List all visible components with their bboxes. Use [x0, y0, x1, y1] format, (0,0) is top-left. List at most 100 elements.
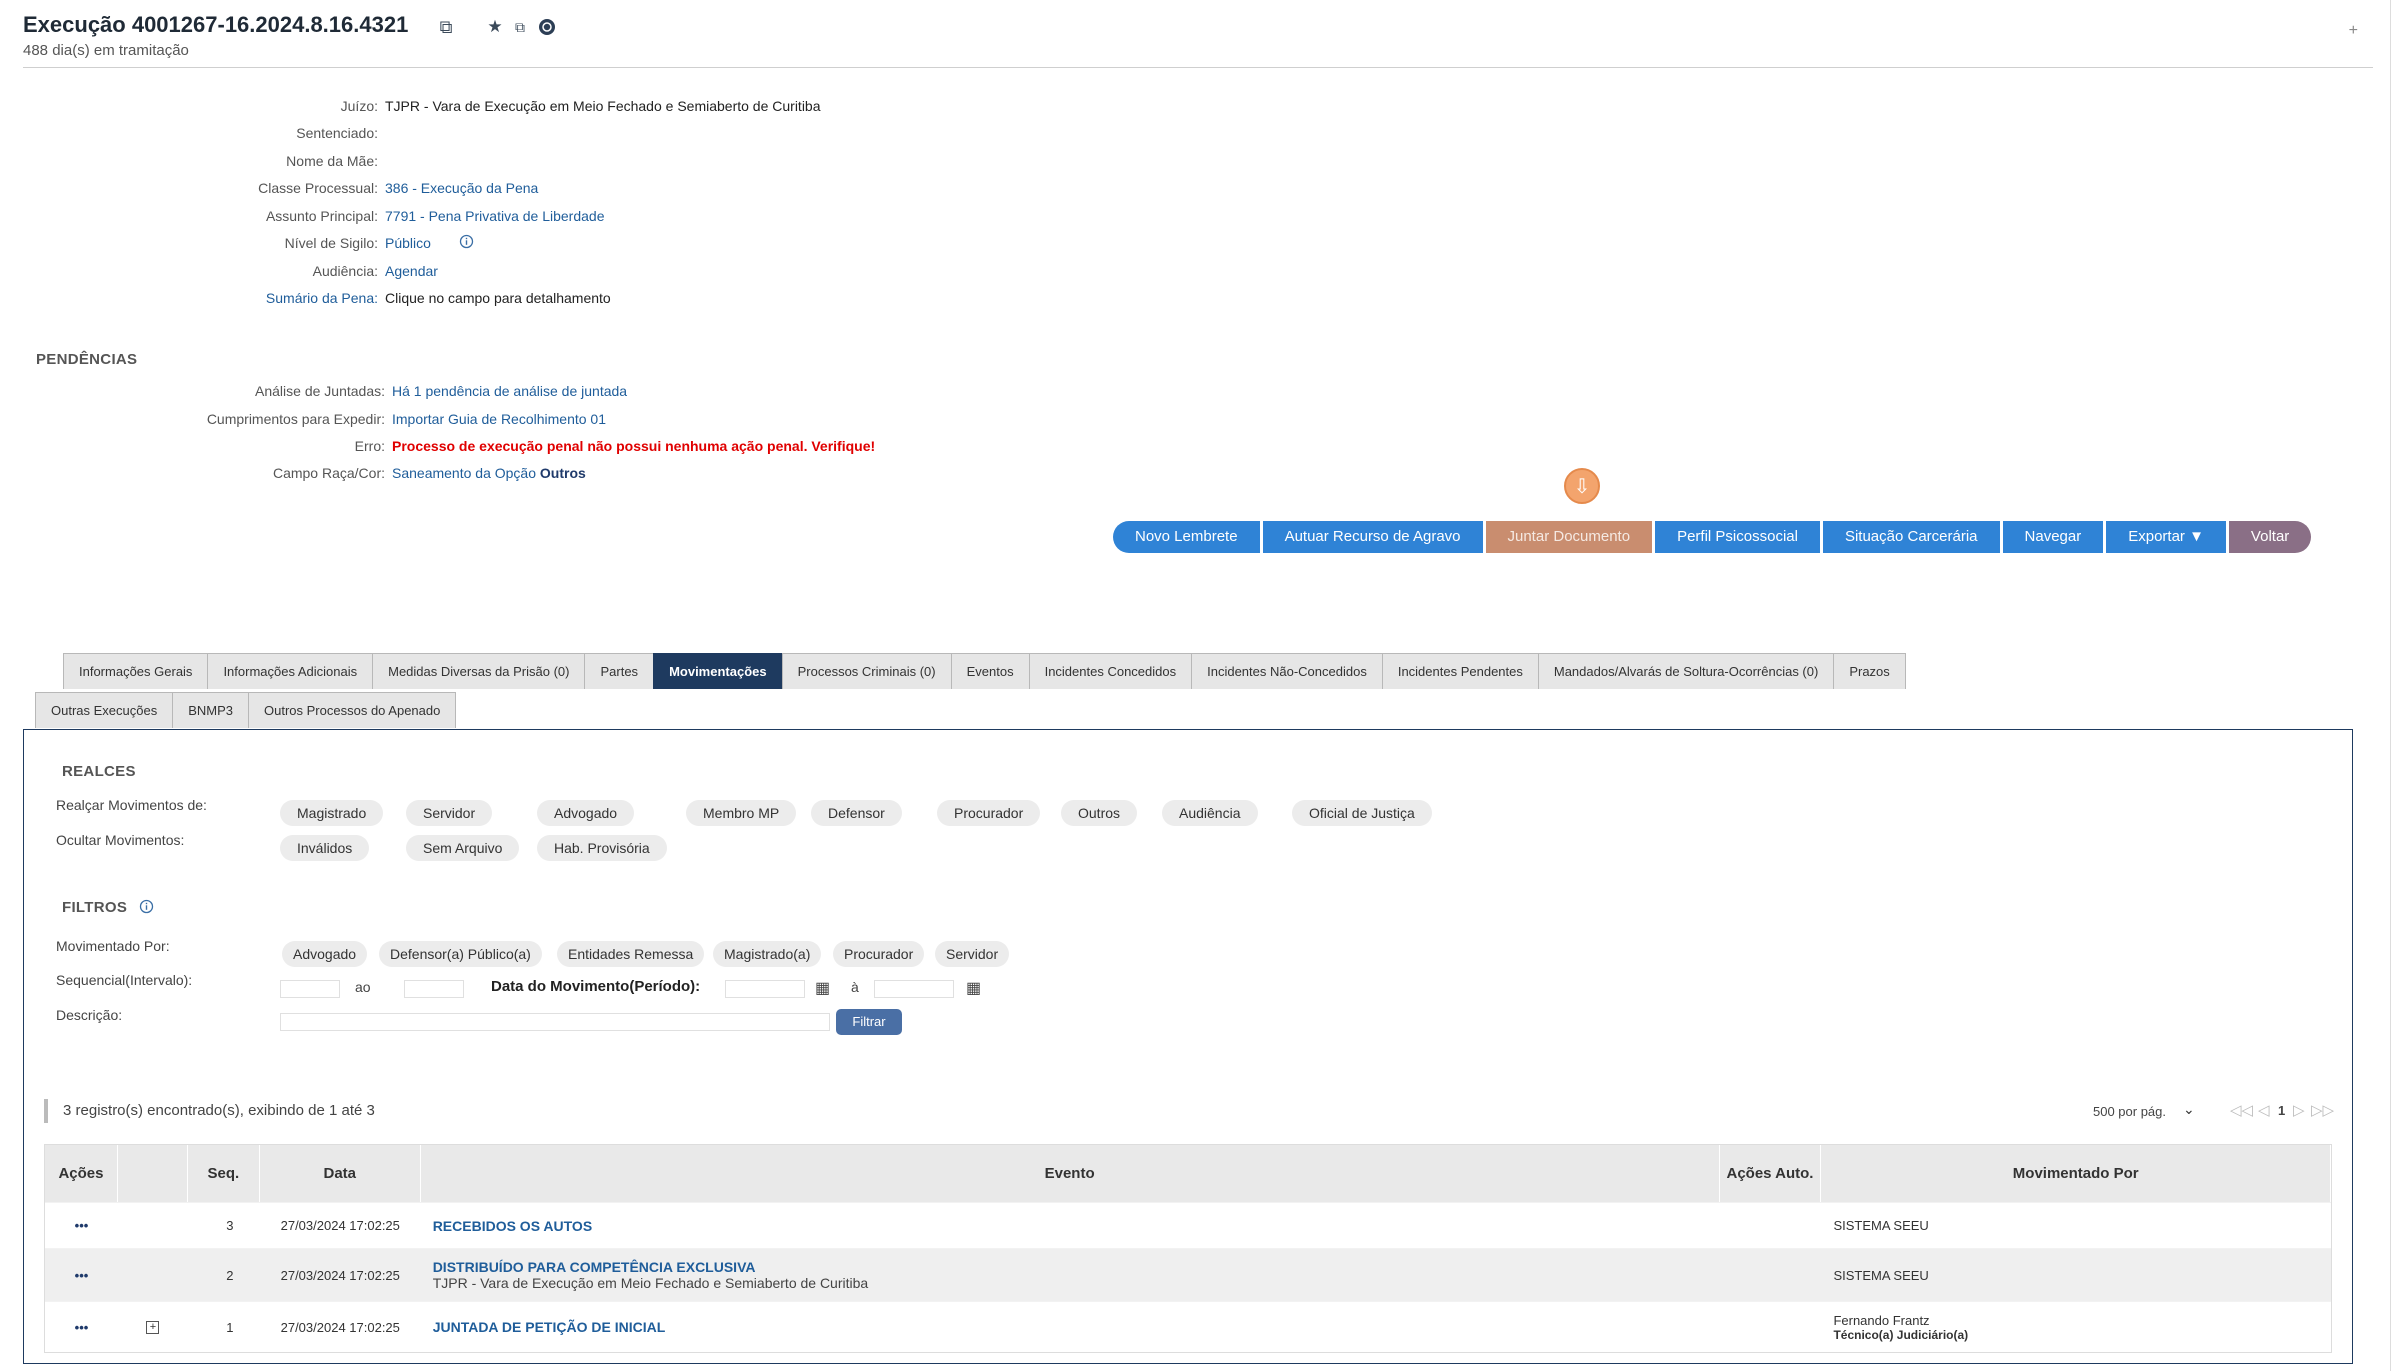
info-label: Sumário da Pena: — [265, 290, 378, 306]
pendencia-value[interactable]: Importar Guia de Recolhimento 01 — [392, 411, 606, 427]
voltar-button[interactable]: Voltar — [2228, 521, 2312, 553]
info-value[interactable]: 7791 - Pena Privativa de Liberdade — [385, 208, 604, 224]
pendencia-value[interactable]: Há 1 pendência de análise de juntada — [392, 383, 627, 399]
evento-link[interactable]: RECEBIDOS OS AUTOS — [433, 1218, 592, 1234]
per-page-select[interactable]: 500 por pág. — [2093, 1104, 2166, 1119]
tab-movimentacoes[interactable]: Movimentações — [653, 653, 783, 689]
tab-eventos[interactable]: Eventos — [950, 653, 1030, 689]
pendencia-text: Processo de execução penal não possui ne… — [392, 438, 876, 454]
info-badge-icon[interactable] — [536, 16, 558, 38]
tab-prazos[interactable]: Prazos — [1833, 653, 1906, 689]
novo-lembrete-button[interactable]: Novo Lembrete — [1113, 521, 1260, 553]
row-expand-cell — [118, 1249, 188, 1301]
date-a-label: à — [851, 979, 859, 995]
filter-chip[interactable]: Audiência — [1162, 800, 1258, 826]
tab-incidentes-pendentes[interactable]: Incidentes Pendentes — [1381, 653, 1539, 689]
next-page-icon[interactable]: ▷ — [2293, 1101, 2305, 1119]
filter-chip[interactable]: Inválidos — [280, 835, 370, 861]
filtros-heading: FILTROS — [62, 899, 128, 916]
filter-chip[interactable]: Sem Arquivo — [406, 835, 520, 861]
row-acoes-auto — [1720, 1249, 1822, 1301]
date-start-input[interactable] — [725, 980, 805, 998]
last-page-icon[interactable]: ▷▷ — [2311, 1101, 2334, 1119]
navegar-button[interactable]: Navegar — [2002, 521, 2104, 553]
evento-link[interactable]: JUNTADA DE PETIÇÃO DE INICIAL — [433, 1319, 666, 1335]
pendencia-text: Importar Guia de Recolhimento 01 — [392, 411, 606, 427]
filter-chip[interactable]: Defensor — [811, 800, 902, 826]
tab-bnmp3[interactable]: BNMP3 — [172, 692, 250, 728]
filter-chip[interactable]: Magistrado — [280, 800, 384, 826]
scrollbar-track[interactable] — [2390, 0, 2391, 1371]
evento-link[interactable]: DISTRIBUÍDO PARA COMPETÊNCIA EXCLUSIVA — [433, 1259, 756, 1275]
movimentado-name: Fernando Frantz — [1833, 1312, 1930, 1328]
situacao-carceraria-button[interactable]: Situação Carcerária — [1822, 521, 2000, 553]
filter-chip[interactable]: Outros — [1061, 800, 1138, 826]
sigilo-info-icon[interactable] — [459, 234, 474, 254]
row-actions-button[interactable]: ••• — [45, 1249, 118, 1301]
date-end-input[interactable] — [874, 980, 954, 998]
filter-chip[interactable]: Entidades Remessa — [557, 941, 705, 967]
info-value[interactable]: 386 - Execução da Pena — [385, 180, 538, 196]
filter-chip[interactable]: Magistrado(a) — [713, 941, 822, 967]
calendar-icon[interactable]: ▦ — [815, 978, 830, 998]
arrow-down-icon[interactable]: ⇩ — [1564, 468, 1600, 504]
column-header: Data — [260, 1145, 421, 1202]
copy-icon[interactable]: ⧉ — [509, 16, 531, 38]
seq-start-input[interactable] — [280, 980, 340, 998]
info-value[interactable]: Agendar — [385, 263, 438, 279]
expand-icon[interactable]: + — [2349, 22, 2358, 40]
perfil-psicossocial-button[interactable]: Perfil Psicossocial — [1655, 521, 1820, 553]
info-value[interactable]: Público — [385, 235, 431, 251]
row-seq: 2 — [226, 1267, 234, 1283]
filter-chip[interactable]: Membro MP — [686, 800, 797, 826]
filtrar-button[interactable]: Filtrar — [836, 1009, 902, 1035]
calendar-icon[interactable]: ▦ — [966, 978, 981, 998]
column-header: Ações Auto. — [1720, 1145, 1822, 1202]
filter-chip[interactable]: Servidor — [935, 941, 1010, 967]
column-header: Movimentado Por — [1821, 1145, 2331, 1202]
first-page-icon[interactable]: ◁◁ — [2230, 1101, 2253, 1119]
star-icon[interactable]: ★ — [484, 16, 506, 38]
row-actions-button[interactable]: ••• — [45, 1302, 118, 1352]
info-label: Juízo: — [340, 98, 378, 114]
pendencia-label: Campo Raça/Cor: — [272, 465, 385, 481]
tab-informacoes-gerais[interactable]: Informações Gerais — [63, 653, 209, 689]
seq-end-input[interactable] — [404, 980, 464, 998]
realcar-label: Realçar Movimentos de: — [56, 797, 207, 813]
chevron-down-icon[interactable]: ⌄ — [2183, 1101, 2195, 1118]
descricao-input[interactable] — [280, 1013, 830, 1031]
filter-chip[interactable]: Hab. Provisória — [537, 835, 667, 861]
column-header: Ações — [45, 1145, 118, 1202]
filter-chip[interactable]: Advogado — [537, 800, 635, 826]
column-header — [118, 1145, 188, 1202]
tab-incidentes-concedidos[interactable]: Incidentes Concedidos — [1028, 653, 1193, 689]
current-page[interactable]: 1 — [2278, 1103, 2285, 1118]
prev-page-icon[interactable]: ◁ — [2258, 1101, 2270, 1119]
tab-incidentes-nao-concedidos[interactable]: Incidentes Não-Concedidos — [1191, 653, 1383, 689]
pendencia-value: Processo de execução penal não possui ne… — [392, 438, 875, 454]
tab-medidas-diversas-da-prisao-0[interactable]: Medidas Diversas da Prisão (0) — [372, 653, 586, 689]
filter-chip[interactable]: Procurador — [937, 800, 1041, 826]
pendencia-bold: Outros — [539, 465, 586, 481]
row-actions-button[interactable]: ••• — [45, 1203, 118, 1248]
copy-process-icon[interactable]: ⧉ — [435, 16, 457, 38]
filter-chip[interactable]: Advogado — [282, 941, 368, 967]
tab-processos-criminais-0[interactable]: Processos Criminais (0) — [781, 653, 952, 689]
filtros-info-icon[interactable] — [139, 899, 154, 919]
tab-partes[interactable]: Partes — [584, 653, 655, 689]
filter-chip[interactable]: Defensor(a) Público(a) — [379, 941, 542, 967]
expand-icon[interactable]: + — [146, 1320, 160, 1334]
filter-chip[interactable]: Procurador — [833, 941, 925, 967]
pendencia-label: Cumprimentos para Expedir: — [206, 411, 385, 427]
pendencia-value[interactable]: Saneamento da Opção Outros — [392, 465, 586, 481]
juntar-documento-button[interactable]: Juntar Documento — [1485, 521, 1653, 553]
tabs-row-1: Informações Gerais Informações Adicionais… — [63, 653, 1906, 689]
tab-mandados-alvaras-de-soltura-ocorrencias-0[interactable]: Mandados/Alvarás de Soltura-Ocorrências … — [1537, 653, 1835, 689]
autuar-recurso-button[interactable]: Autuar Recurso de Agravo — [1262, 521, 1483, 553]
filter-chip[interactable]: Servidor — [406, 800, 493, 826]
filter-chip[interactable]: Oficial de Justiça — [1292, 800, 1432, 826]
tab-informacoes-adicionais[interactable]: Informações Adicionais — [207, 653, 374, 689]
tab-outras-execucoes[interactable]: Outras Execuções — [35, 692, 174, 728]
tab-outros-processos-do-apenado[interactable]: Outros Processos do Apenado — [248, 692, 457, 728]
exportar-button[interactable]: Exportar ▼ — [2106, 521, 2226, 553]
